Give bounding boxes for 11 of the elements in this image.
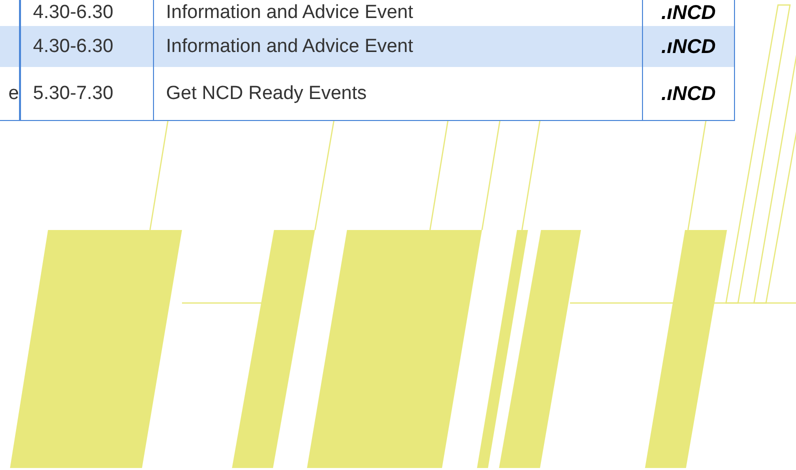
table-cell: 5.30-7.30 xyxy=(33,82,114,106)
table-cell: Information and Advice Event xyxy=(166,34,414,58)
logo: .ıNCD xyxy=(661,82,716,106)
table-cell: 4.30-6.30 xyxy=(33,1,114,25)
table-cell: 4.30-6.30 xyxy=(33,34,114,58)
table-cell: e xyxy=(8,82,19,106)
table-cell: Get NCD Ready Events xyxy=(166,82,367,106)
logo: .ıNCD xyxy=(661,1,716,25)
table-row[interactable]: 4.30-6.30 Information and Advice Event .ıNCD xyxy=(0,26,735,67)
logo: .ıNCD xyxy=(661,34,716,58)
table-cell: Information and Advice Event xyxy=(166,1,414,25)
